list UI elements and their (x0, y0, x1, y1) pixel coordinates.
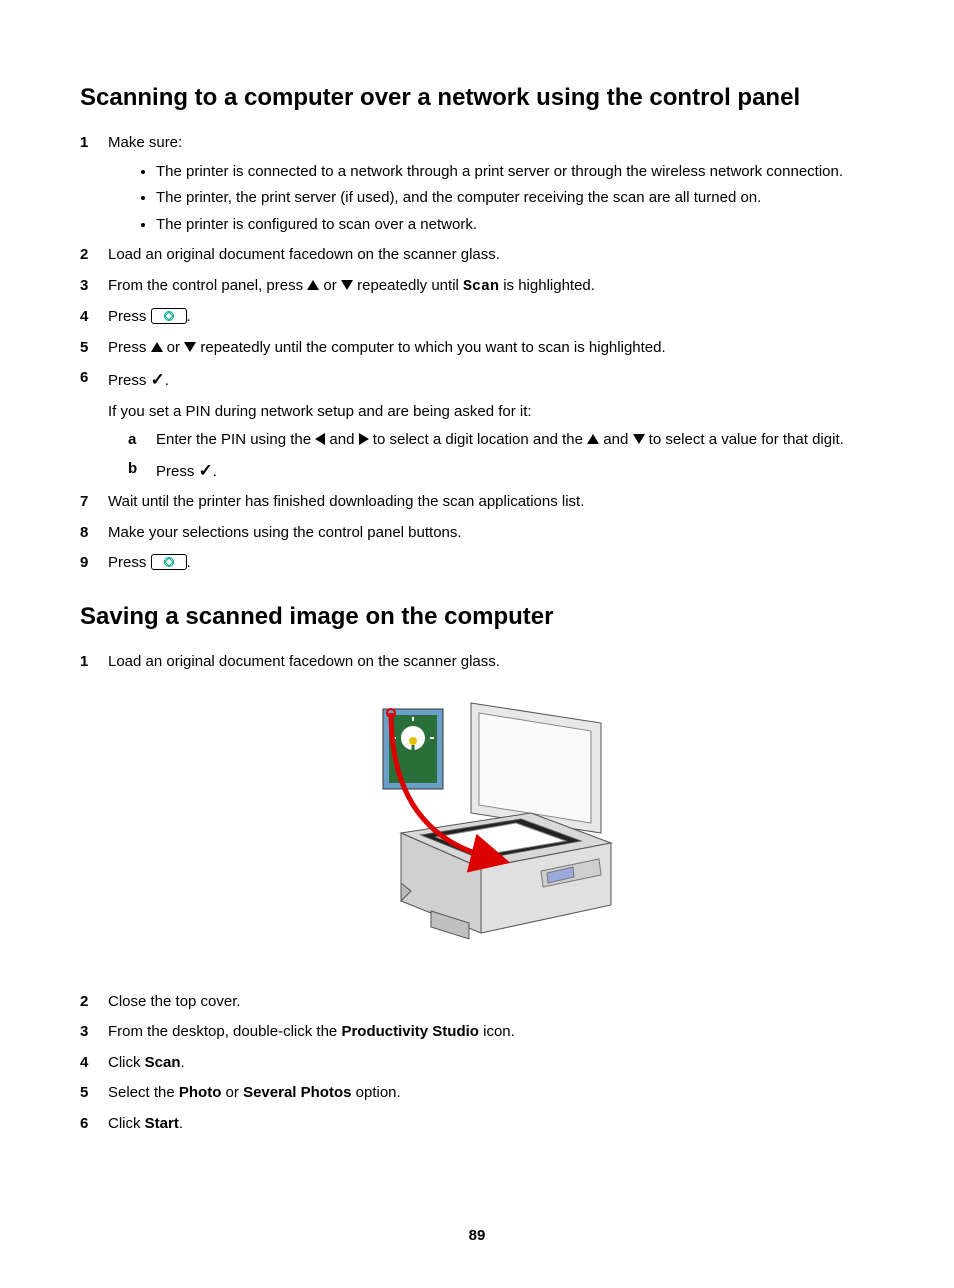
text: Press (108, 554, 151, 571)
bullet: The printer is connected to a network th… (156, 161, 874, 184)
step-num: 1 (80, 132, 88, 155)
step-num: 2 (80, 244, 88, 267)
step-2: 2 Load an original document facedown on … (80, 244, 874, 267)
check-icon: ✓ (199, 461, 213, 480)
bullet: The printer is configured to scan over a… (156, 214, 874, 237)
step-text: Close the top cover. (108, 993, 241, 1010)
step-num: 5 (80, 337, 88, 360)
text: . (187, 308, 191, 325)
step-5: 5 Select the Photo or Several Photos opt… (80, 1082, 874, 1105)
scanner-illustration (108, 683, 874, 971)
step-1: 1 Make sure: The printer is connected to… (80, 132, 874, 236)
text: Press (156, 463, 199, 480)
substep-letter: a (128, 429, 136, 452)
section2-heading: Saving a scanned image on the computer (80, 599, 874, 635)
page-number: 89 (80, 1225, 874, 1248)
text: icon. (479, 1023, 515, 1040)
check-icon: ✓ (151, 370, 165, 389)
text: . (187, 554, 191, 571)
step-num: 8 (80, 522, 88, 545)
step-num: 6 (80, 367, 88, 390)
step-text: Make sure: (108, 134, 182, 151)
step-num: 3 (80, 275, 88, 298)
step-6: 6 Click Start. (80, 1113, 874, 1136)
step-4: 4 Click Scan. (80, 1052, 874, 1075)
bold: Productivity Studio (341, 1023, 479, 1040)
left-arrow-icon (315, 433, 325, 445)
step-num: 1 (80, 651, 88, 674)
step-5: 5 Press or repeatedly until the computer… (80, 337, 874, 360)
step-9: 9 Press . (80, 552, 874, 575)
section1-steps: 1 Make sure: The printer is connected to… (80, 132, 874, 575)
step-2: 2 Close the top cover. (80, 991, 874, 1014)
text: Press (108, 339, 151, 356)
text: . (213, 463, 217, 480)
text: or (163, 339, 185, 356)
step-text: Wait until the printer has finished down… (108, 493, 584, 510)
step-num: 4 (80, 306, 88, 329)
step-num: 9 (80, 552, 88, 575)
text: Click (108, 1054, 145, 1071)
start-button-icon (151, 554, 187, 570)
step1-bullets: The printer is connected to a network th… (108, 161, 874, 237)
step6-note: If you set a PIN during network setup an… (108, 401, 874, 424)
step-7: 7 Wait until the printer has finished do… (80, 491, 874, 514)
step-3: 3 From the control panel, press or repea… (80, 275, 874, 299)
bold: Start (145, 1115, 179, 1132)
right-arrow-icon (359, 433, 369, 445)
step-8: 8 Make your selections using the control… (80, 522, 874, 545)
text: . (181, 1054, 185, 1071)
bold: Scan (145, 1054, 181, 1071)
text: Enter the PIN using the (156, 431, 315, 448)
text: Press (108, 372, 151, 389)
substep-b: b Press ✓. (108, 458, 874, 484)
text: to select a digit location and the (369, 431, 587, 448)
step6-substeps: a Enter the PIN using the and to select … (108, 429, 874, 483)
text: and (599, 431, 632, 448)
text: Press (108, 308, 151, 325)
text: From the desktop, double-click the (108, 1023, 341, 1040)
text: . (179, 1115, 183, 1132)
start-button-icon (151, 308, 187, 324)
text: repeatedly until (353, 277, 463, 294)
text: Select the (108, 1084, 179, 1101)
step-text: Make your selections using the control p… (108, 524, 462, 541)
up-arrow-icon (151, 342, 163, 352)
text: or (221, 1084, 243, 1101)
substep-a: a Enter the PIN using the and to select … (108, 429, 874, 452)
step-num: 5 (80, 1082, 88, 1105)
step-num: 4 (80, 1052, 88, 1075)
step-1: 1 Load an original document facedown on … (80, 651, 874, 971)
step-3: 3 From the desktop, double-click the Pro… (80, 1021, 874, 1044)
up-arrow-icon (587, 434, 599, 444)
down-arrow-icon (341, 280, 353, 290)
step-num: 6 (80, 1113, 88, 1136)
step-4: 4 Press . (80, 306, 874, 329)
step-6: 6 Press ✓. If you set a PIN during netwo… (80, 367, 874, 483)
down-arrow-icon (633, 434, 645, 444)
text: From the control panel, press (108, 277, 307, 294)
up-arrow-icon (307, 280, 319, 290)
step-text: Load an original document facedown on th… (108, 246, 500, 263)
bullet: The printer, the print server (if used),… (156, 187, 874, 210)
section2-steps: 1 Load an original document facedown on … (80, 651, 874, 1136)
substep-letter: b (128, 458, 137, 481)
text: to select a value for that digit. (645, 431, 844, 448)
bold: Several Photos (243, 1084, 351, 1101)
down-arrow-icon (184, 342, 196, 352)
bold: Photo (179, 1084, 222, 1101)
step-text: Load an original document facedown on th… (108, 653, 500, 670)
step-num: 2 (80, 991, 88, 1014)
section1-heading: Scanning to a computer over a network us… (80, 80, 874, 116)
text: or (319, 277, 341, 294)
text: Click (108, 1115, 145, 1132)
step-num: 3 (80, 1021, 88, 1044)
scan-label: Scan (463, 278, 499, 295)
text: is highlighted. (499, 277, 595, 294)
step-num: 7 (80, 491, 88, 514)
text: option. (351, 1084, 400, 1101)
text: . (165, 372, 169, 389)
text: repeatedly until the computer to which y… (196, 339, 665, 356)
text: and (325, 431, 358, 448)
